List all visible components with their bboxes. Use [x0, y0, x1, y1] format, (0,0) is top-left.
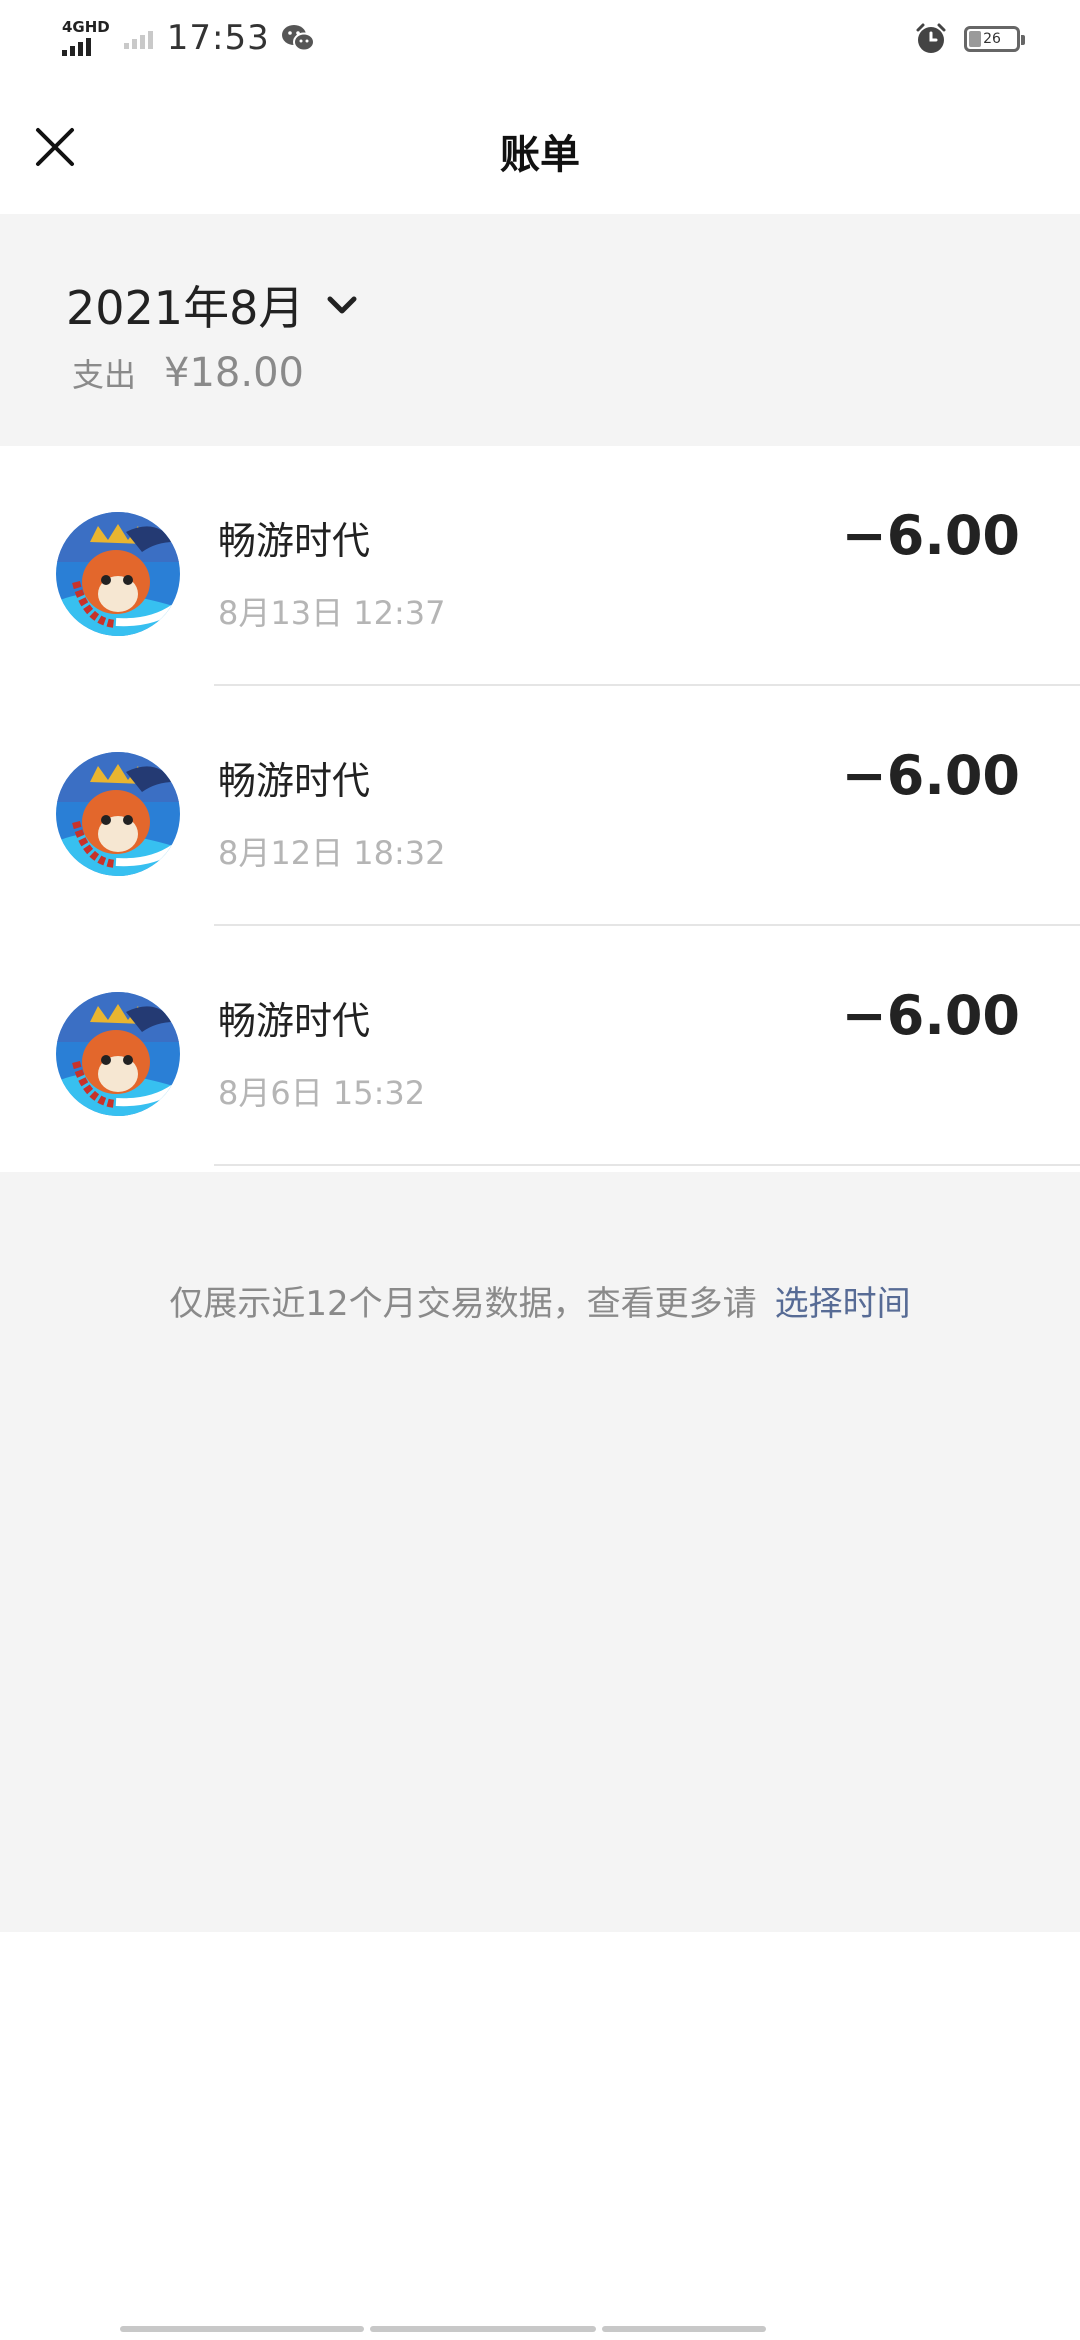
transaction-list: 畅游时代 8月13日 12:37 −6.00 畅游时代 8月12日 18:32 …: [0, 446, 1080, 1166]
battery-level: 26: [983, 31, 1001, 47]
footer-area: 仅展示近12个月交易数据，查看更多请 选择时间: [0, 1172, 1080, 1932]
page-header: 账单: [0, 80, 1080, 214]
footer-note-text: 仅展示近12个月交易数据，查看更多请: [169, 1284, 757, 1324]
merchant-avatar-icon: [56, 512, 180, 636]
wechat-icon: [281, 25, 315, 52]
list-item[interactable]: 畅游时代 8月12日 18:32 −6.00: [0, 686, 1080, 926]
transaction-time: 8月6日 15:32: [218, 1074, 426, 1112]
nav-gesture-bar[interactable]: [120, 2326, 766, 2332]
merchant-avatar-icon: [56, 992, 180, 1116]
bill-summary: 2021年8月 支出 ¥18.00: [0, 214, 1080, 446]
spend-label: 支出: [72, 356, 137, 394]
network-indicator: 4GHD: [62, 20, 110, 56]
merchant-avatar-icon: [56, 752, 180, 876]
month-selector[interactable]: 2021年8月: [66, 272, 362, 338]
status-bar: 4GHD 17:53 26: [0, 0, 1080, 80]
network-type: 4GHD: [62, 18, 110, 36]
spend-total: 支出 ¥18.00: [72, 350, 304, 396]
merchant-name: 畅游时代: [218, 999, 371, 1043]
transaction-time: 8月12日 18:32: [218, 834, 446, 872]
status-right: 26: [914, 22, 1025, 56]
merchant-name: 畅游时代: [218, 759, 371, 803]
alarm-icon: [916, 23, 946, 53]
status-time: 17:53: [166, 18, 270, 58]
spend-amount: ¥18.00: [164, 350, 304, 396]
signal-icon: [62, 36, 91, 56]
transaction-time: 8月13日 12:37: [218, 594, 446, 632]
list-item[interactable]: 畅游时代 8月13日 12:37 −6.00: [0, 446, 1080, 686]
merchant-name: 畅游时代: [218, 519, 371, 563]
transaction-amount: −6.00: [841, 504, 1020, 567]
transaction-amount: −6.00: [841, 744, 1020, 807]
status-left: 4GHD 17:53: [62, 18, 316, 58]
footer-note: 仅展示近12个月交易数据，查看更多请 选择时间: [0, 1276, 1080, 1325]
select-time-link[interactable]: 选择时间: [775, 1284, 911, 1324]
page-title: 账单: [500, 132, 580, 178]
signal-sim2-icon: [123, 29, 153, 49]
transaction-amount: −6.00: [841, 984, 1020, 1047]
divider: [214, 1164, 1080, 1166]
battery-icon: 26: [964, 26, 1025, 52]
month-label: 2021年8月: [66, 281, 305, 335]
chevron-down-icon: [327, 296, 357, 314]
list-item[interactable]: 畅游时代 8月6日 15:32 −6.00: [0, 926, 1080, 1166]
